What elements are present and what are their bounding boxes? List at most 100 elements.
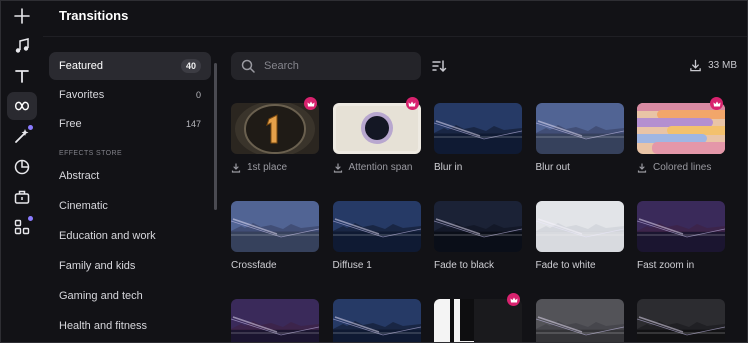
category-cinematic[interactable]: Cinematic: [49, 191, 211, 220]
transition-label: Fade to black: [434, 260, 522, 271]
transition-tile[interactable]: Blur in: [434, 103, 522, 173]
premium-crown-icon: [304, 97, 317, 110]
transition-thumbnail[interactable]: [637, 299, 725, 342]
add-icon[interactable]: [7, 2, 37, 30]
transition-thumbnail[interactable]: [231, 299, 319, 342]
transition-thumbnail[interactable]: [434, 103, 522, 154]
category-free[interactable]: Free 147: [49, 110, 211, 138]
transition-tile[interactable]: 1st place: [231, 97, 319, 173]
stickers-icon[interactable]: [7, 153, 37, 181]
transition-tile[interactable]: Diffuse 1: [332, 201, 421, 271]
transition-thumbnail[interactable]: [637, 201, 725, 252]
transition-thumbnail[interactable]: [637, 103, 725, 154]
transition-name: Colored lines: [653, 162, 712, 173]
download-icon: [333, 162, 342, 173]
transition-thumbnail[interactable]: [332, 201, 421, 252]
business-icon[interactable]: [7, 183, 37, 211]
download-icon: [231, 162, 241, 173]
category-label: Education and work: [59, 229, 156, 242]
transition-tile[interactable]: Colored lines: [637, 97, 725, 173]
transition-name: Attention span: [348, 162, 413, 173]
transition-thumbnail[interactable]: [434, 299, 522, 342]
transition-tile[interactable]: [535, 299, 624, 342]
transition-tile[interactable]: [434, 293, 522, 342]
divider: [43, 36, 747, 37]
transition-tile[interactable]: Attention span: [332, 97, 421, 173]
transition-label: Fade to white: [536, 260, 624, 271]
effects-store-header: EFFECTS STORE: [59, 150, 123, 157]
sort-icon[interactable]: [431, 58, 447, 74]
transition-thumbnail[interactable]: [231, 201, 319, 252]
category-count: 40: [180, 59, 201, 73]
transition-tile[interactable]: Fast zoom in: [637, 201, 725, 271]
transition-thumbnail[interactable]: [535, 103, 624, 154]
category-label: Health and fitness: [59, 319, 148, 332]
category-featured[interactable]: Featured 40: [49, 52, 211, 80]
transition-label: Diffuse 1: [333, 260, 421, 271]
category-label: Family and kids: [59, 259, 136, 272]
transition-label: Blur out: [536, 162, 624, 173]
transition-tile[interactable]: Blur out: [535, 103, 624, 173]
transition-thumbnail[interactable]: [535, 299, 624, 342]
category-scrollbar[interactable]: [214, 63, 217, 210]
transition-tile[interactable]: Fade to white: [535, 201, 624, 271]
transition-tile[interactable]: Fade to black: [434, 201, 522, 271]
category-label: Abstract: [59, 169, 100, 182]
category-abstract[interactable]: Abstract: [49, 161, 211, 190]
transition-thumbnail[interactable]: [535, 201, 624, 252]
left-toolbar: [1, 1, 43, 342]
transition-tile[interactable]: Crossfade: [231, 201, 319, 271]
transition-label: Crossfade: [231, 260, 319, 271]
transition-label: Blur in: [434, 162, 522, 173]
transition-name: 1st place: [247, 162, 288, 173]
transition-thumbnail[interactable]: [434, 201, 522, 252]
transition-name: Crossfade: [231, 260, 277, 271]
transition-tile[interactable]: [332, 299, 421, 342]
transition-tile[interactable]: [637, 299, 725, 342]
transition-thumbnail[interactable]: [332, 299, 421, 342]
transition-name: Blur out: [535, 162, 570, 173]
category-gaming-and-tech[interactable]: Gaming and tech: [49, 281, 211, 310]
transitions-panel: Transitions Featured 40 Favorites 0 Free…: [0, 0, 748, 343]
text-icon[interactable]: [7, 62, 37, 90]
music-icon[interactable]: [7, 32, 37, 60]
panel-title: Transitions: [59, 8, 129, 23]
premium-crown-icon: [507, 293, 520, 306]
download-icon: [690, 59, 701, 72]
category-favorites[interactable]: Favorites 0: [49, 81, 211, 109]
premium-crown-icon: [405, 97, 419, 110]
transition-label: 1st place: [231, 162, 319, 173]
effects-icon[interactable]: [7, 122, 37, 150]
transition-name: Blur in: [434, 162, 463, 173]
category-education-and-work[interactable]: Education and work: [49, 221, 211, 250]
category-label: Free: [59, 118, 82, 130]
transition-thumbnail[interactable]: [332, 103, 421, 154]
search-input[interactable]: [264, 60, 414, 72]
category-family-and-kids[interactable]: Family and kids: [49, 251, 211, 280]
search-icon: [241, 59, 255, 73]
category-label: Favorites: [59, 89, 105, 101]
transitions-icon[interactable]: [7, 92, 37, 120]
transition-label: Fast zoom in: [637, 260, 725, 271]
category-label: Featured: [59, 60, 104, 72]
category-count: 0: [195, 90, 201, 100]
premium-crown-icon: [710, 97, 723, 110]
transition-tile[interactable]: [231, 299, 319, 342]
transition-label: Attention span: [333, 162, 421, 173]
category-label: Gaming and tech: [59, 289, 143, 302]
transition-name: Fade to black: [434, 260, 495, 271]
search-box[interactable]: [231, 52, 421, 80]
transition-name: Fade to white: [535, 260, 596, 271]
category-health-and-fitness[interactable]: Health and fitness: [49, 311, 211, 340]
transition-name: Fast zoom in: [637, 260, 695, 271]
transition-thumbnail[interactable]: [231, 103, 319, 154]
category-list: Featured 40 Favorites 0 Free 147 EFFECTS…: [49, 52, 211, 341]
download-size[interactable]: 33 MB: [689, 59, 737, 72]
category-count: 147: [185, 119, 201, 129]
apps-icon[interactable]: [7, 213, 37, 241]
transition-name: Diffuse 1: [332, 260, 372, 271]
download-size-label: 33 MB: [708, 60, 737, 71]
transition-label: Colored lines: [637, 162, 725, 173]
download-icon: [637, 162, 647, 173]
category-label: Cinematic: [59, 199, 108, 212]
